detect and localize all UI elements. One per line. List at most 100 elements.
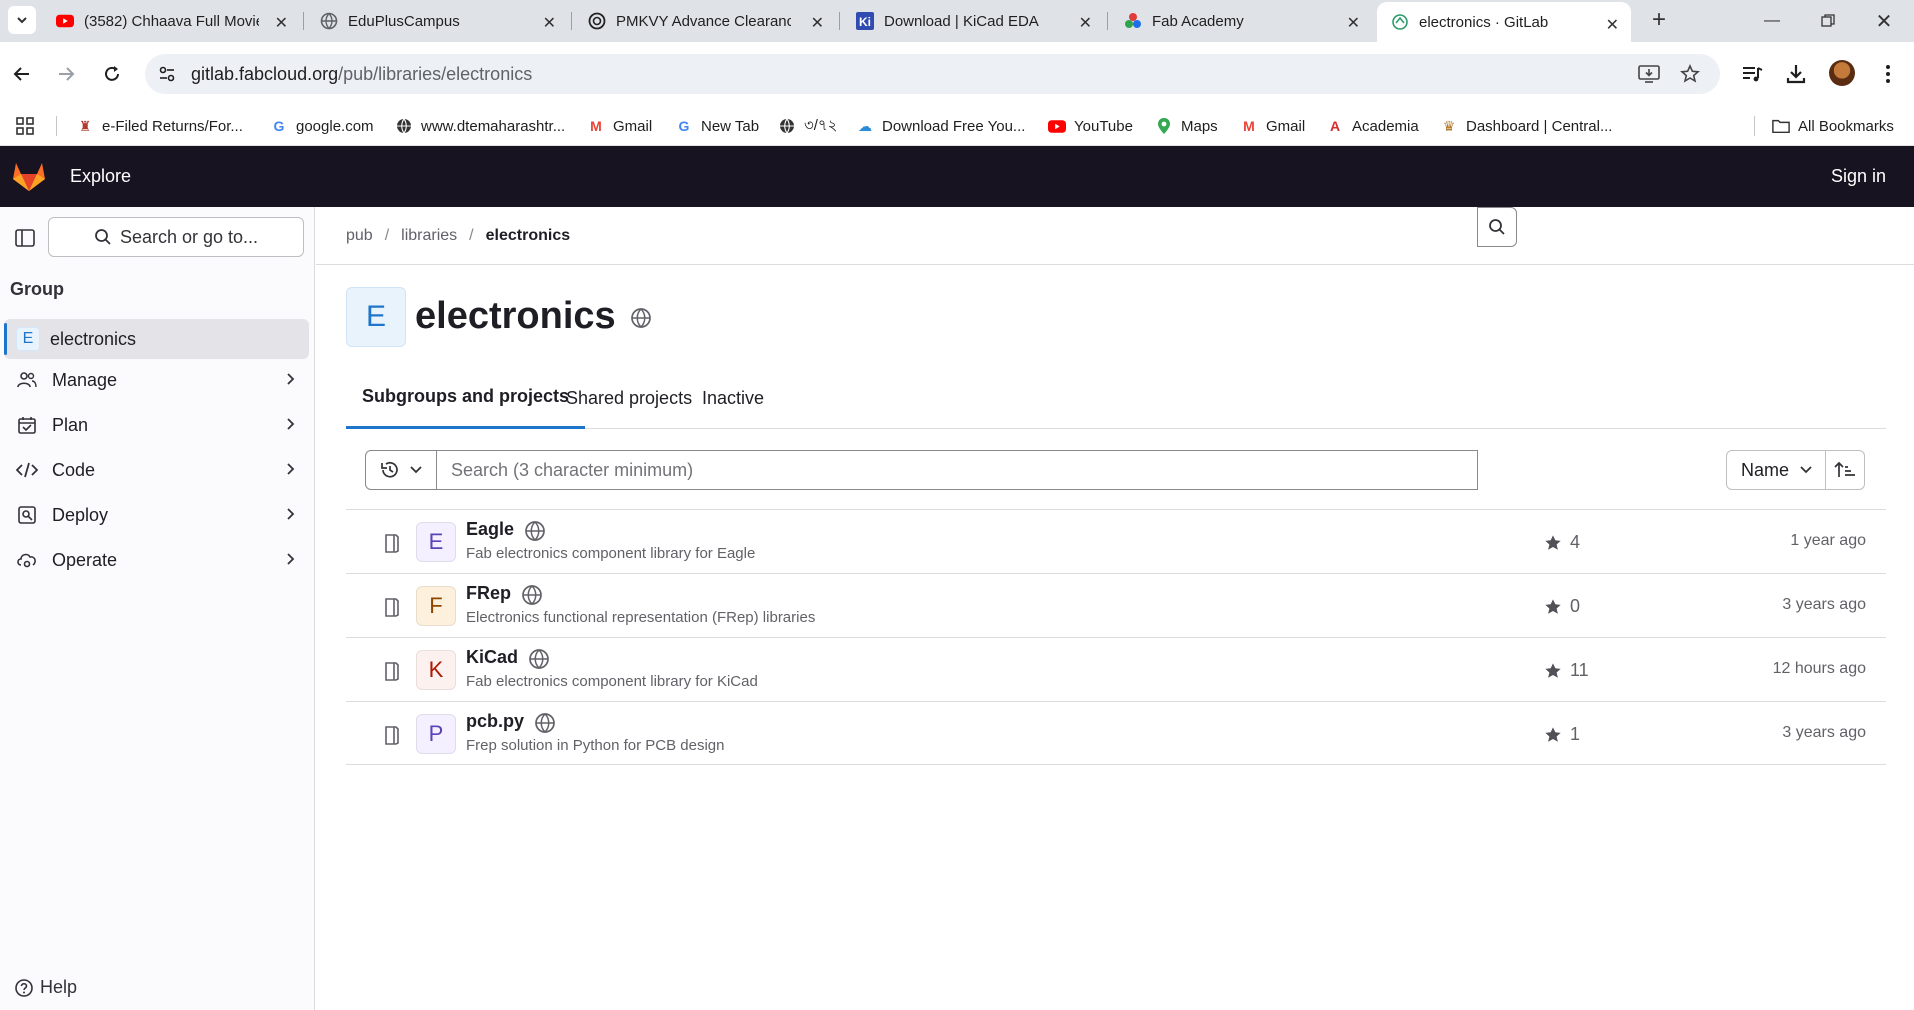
window-close-icon[interactable]: ✕ [1864,6,1904,36]
browser-tab-eduplus[interactable]: EduPlusCampus ✕ [306,0,572,42]
project-row[interactable]: K KiCad Fab electronics component library … [346,637,1886,701]
project-row[interactable]: Ppcb.py Frep solution in Python for PCB d… [346,701,1886,765]
forward-button[interactable] [50,58,82,90]
explore-link[interactable]: Explore [70,166,131,187]
bookmark-gmail-2[interactable]: M Gmail [1240,115,1305,137]
tab-search-button[interactable] [8,6,36,34]
search-icon [95,229,111,245]
project-icon [385,662,399,681]
tab-shared-projects[interactable]: Shared projects [552,367,706,429]
sidebar-item-deploy[interactable]: Deploy [4,495,309,535]
close-icon[interactable]: ✕ [1079,13,1092,33]
bookmark-bengali[interactable]: ৩/৭২ [778,115,837,137]
project-name-link[interactable]: FRep [466,583,511,604]
close-icon[interactable]: ✕ [811,13,824,33]
sidebar-search-button[interactable]: Search or go to... [48,217,304,257]
bookmark-youtube[interactable]: YouTube [1048,115,1133,137]
project-star-count[interactable]: 0 [1544,596,1580,617]
sidebar-toggle-button[interactable] [12,225,38,251]
minimize-icon[interactable]: — [1752,6,1792,36]
project-star-count[interactable]: 11 [1544,660,1589,681]
close-icon[interactable]: ✕ [275,13,288,33]
sidebar-item-manage[interactable]: Manage [4,360,309,400]
bookmark-newtab[interactable]: G New Tab [675,115,760,137]
project-name-link[interactable]: Eagle [466,519,514,540]
sign-in-link[interactable]: Sign in [1831,166,1886,187]
tab-subgroups-and-projects[interactable]: Subgroups and projects [346,367,586,429]
breadcrumb-item-libraries[interactable]: libraries [401,227,457,245]
bookmark-google[interactable]: Ggoogle.com [270,115,374,137]
bookmark-dashboard[interactable]: ♛ Dashboard | Central... [1440,115,1613,137]
project-name-link[interactable]: KiCad [466,647,518,668]
project-avatar[interactable]: E [416,522,456,562]
bookmark-maps[interactable]: Maps [1155,115,1218,137]
sidebar-item-plan[interactable]: Plan [4,405,309,445]
sidebar-group-heading: Group [10,279,64,299]
question-icon [15,978,33,997]
sidebar-item-code[interactable]: Code [4,450,309,490]
star-bookmark-icon[interactable] [1678,62,1702,86]
bookmark-label: Maps [1181,117,1218,135]
tab-title: PMKVY Advance Clearance [616,12,791,30]
apps-grid-button[interactable] [16,115,34,137]
breadcrumb-item-electronics[interactable]: electronics [486,227,570,245]
recent-searches-button[interactable] [365,450,437,490]
browser-tab-gitlab-active[interactable]: electronics · GitLab ✕ [1377,2,1631,42]
project-avatar[interactable]: P [416,714,456,754]
project-star-count[interactable]: 1 [1544,724,1580,745]
url-host: gitlab.fabcloud.org [191,64,339,84]
close-icon[interactable]: ✕ [543,13,556,33]
browser-tab-fabacademy[interactable]: Fab Academy ✕ [1110,0,1376,42]
bookmark-gmail-1[interactable]: M Gmail [587,115,652,137]
site-info-icon[interactable] [155,62,179,86]
chevron-right-icon [287,463,295,475]
folder-icon [1772,117,1790,135]
deploy-icon [16,504,38,526]
profile-avatar[interactable] [1829,60,1855,86]
bookmark-download-free[interactable]: ☁ Download Free You... [856,115,1025,137]
back-button[interactable] [6,58,38,90]
downloads-icon[interactable] [1782,60,1810,88]
chevron-right-icon [287,418,295,430]
project-avatar[interactable]: K [416,650,456,690]
bookmark-dte[interactable]: www.dtemaharashtr... [395,115,565,137]
help-button[interactable]: Help [14,977,77,998]
search-submit-button[interactable] [1477,207,1517,247]
all-bookmarks-button[interactable]: All Bookmarks [1772,115,1894,137]
restore-icon[interactable] [1808,6,1848,36]
new-tab-button[interactable]: + [1646,8,1672,34]
bookmark-academia[interactable]: A Academia [1326,115,1419,137]
browser-menu-icon[interactable] [1874,60,1902,88]
chevron-down-icon [1800,466,1812,474]
browser-tab-kicad[interactable]: Ki Download | KiCad EDA ✕ [842,0,1108,42]
sidebar-item-electronics[interactable]: E electronics [4,319,309,359]
address-bar[interactable]: gitlab.fabcloud.org/pub/libraries/electr… [145,54,1720,94]
project-avatar[interactable]: F [416,586,456,626]
bookmark-efiled[interactable]: ♜ e-Filed Returns/For... [76,115,243,137]
reload-button[interactable] [96,58,128,90]
star-icon [1545,598,1561,614]
install-app-icon[interactable] [1637,62,1661,86]
globe-icon [522,585,542,606]
sort-direction-button[interactable] [1825,450,1865,490]
breadcrumb-item-pub[interactable]: pub [346,227,373,245]
close-icon[interactable]: ✕ [1606,15,1619,35]
openai-icon [588,12,606,30]
close-icon[interactable]: ✕ [1347,13,1360,33]
browser-tab-pmkvy[interactable]: PMKVY Advance Clearance ✕ [574,0,840,42]
media-control-icon[interactable] [1738,60,1766,88]
project-row[interactable]: F FRep Electronics functional representati… [346,573,1886,637]
bookmark-label: Gmail [1266,117,1306,135]
browser-tab-youtube[interactable]: (3582) Chhaava Full Movie ✕ [42,0,304,42]
sort-dropdown[interactable]: Name [1726,450,1826,490]
gitlab-logo-icon[interactable] [12,160,46,192]
project-star-count[interactable]: 4 [1544,532,1580,553]
project-search-input[interactable] [436,450,1478,490]
reload-icon [105,66,119,81]
tab-inactive[interactable]: Inactive [688,367,778,429]
sidebar-item-operate[interactable]: Operate [4,540,309,580]
project-name-link[interactable]: pcb.py [466,711,524,732]
project-row[interactable]: E Eagle Fab electronics component library … [346,509,1886,573]
group-avatar: E [346,287,406,347]
sidebar-item-label: Code [52,459,96,480]
